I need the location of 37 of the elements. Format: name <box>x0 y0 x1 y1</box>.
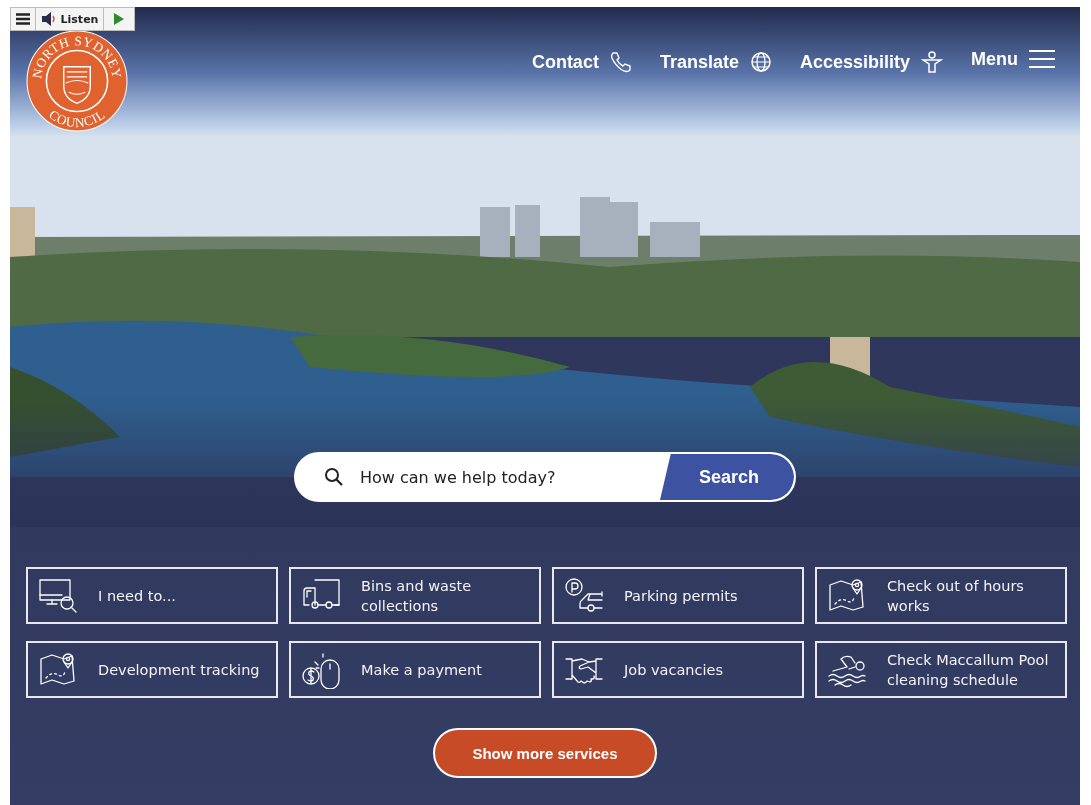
menu-button[interactable] <box>11 8 36 30</box>
search-bar[interactable]: How can we help today? Search <box>294 452 796 502</box>
play-icon <box>114 13 124 25</box>
accessibility-icon <box>921 51 943 73</box>
service-tile[interactable]: Job vacancies <box>552 641 804 698</box>
parking-car-icon <box>564 576 604 615</box>
nav-link[interactable]: Translate <box>659 51 772 73</box>
globe-icon <box>749 51 772 73</box>
menu-link[interactable]: Menu <box>971 48 1055 70</box>
show-more-button[interactable]: Show more services <box>433 728 657 778</box>
tile-label: Parking permits <box>624 586 738 606</box>
nav-link[interactable]: Accessibility <box>799 51 943 73</box>
nav-link[interactable]: Contact <box>531 51 632 73</box>
search-field[interactable]: How can we help today? <box>358 466 660 488</box>
tile-label: Development tracking <box>98 660 260 680</box>
service-tile[interactable]: Parking permits <box>552 567 804 624</box>
phone-icon <box>609 51 632 73</box>
tile-label: Check Maccallum Pool cleaning schedule <box>887 650 1050 690</box>
tile-label: I need to... <box>98 586 176 606</box>
service-tile[interactable]: Bins and waste collections <box>289 567 541 624</box>
menu-icon <box>16 13 30 25</box>
speaker-icon <box>40 12 57 26</box>
service-tile[interactable]: Make a payment <box>289 641 541 698</box>
tile-label: Check out of hours works <box>887 576 1025 616</box>
tile-label: Job vacancies <box>624 660 723 680</box>
search-icon <box>324 467 344 487</box>
listen-button[interactable]: Listen <box>36 8 104 30</box>
tile-label: Make a payment <box>361 660 482 680</box>
service-tile[interactable]: Check out of hours works <box>815 567 1067 624</box>
monitor-search-icon <box>38 576 78 615</box>
tile-label: Bins and waste collections <box>361 576 473 616</box>
search-button[interactable]: Search <box>660 454 794 500</box>
service-tile[interactable]: Check Maccallum Pool cleaning schedule <box>815 641 1067 698</box>
menu-icon <box>1029 48 1055 70</box>
play-button[interactable] <box>104 8 134 30</box>
service-tile[interactable]: Development tracking <box>26 641 278 698</box>
service-tile[interactable]: I need to... <box>26 567 278 624</box>
